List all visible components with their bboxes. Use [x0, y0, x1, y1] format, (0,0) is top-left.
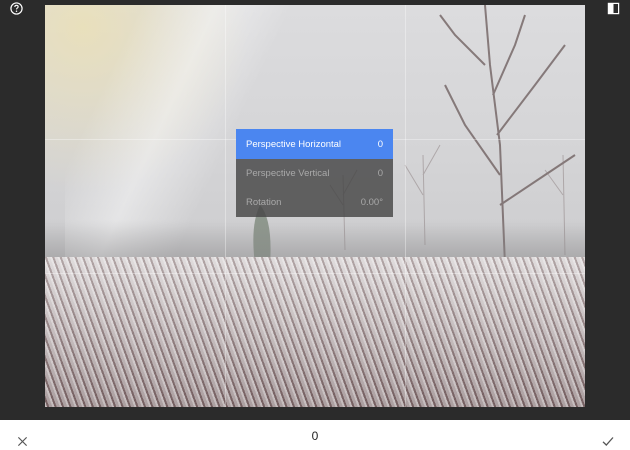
grid-line [45, 273, 585, 274]
grid-line [405, 5, 406, 407]
bottom-bar: 0 [0, 420, 630, 450]
menu-item-label: Rotation [246, 197, 282, 208]
menu-item-value: 0 [377, 138, 383, 150]
grid-line [225, 5, 226, 407]
menu-item-perspective-horizontal[interactable]: Perspective Horizontal 0 [236, 129, 393, 159]
compare-button[interactable] [604, 0, 622, 16]
transform-menu: Perspective Horizontal 0 Perspective Ver… [236, 129, 393, 217]
checkmark-icon [602, 436, 614, 446]
menu-item-value: 0.00° [360, 197, 383, 208]
compare-split-icon [607, 2, 619, 14]
menu-item-rotation[interactable]: Rotation 0.00° [236, 188, 393, 217]
snowy-shrubs [45, 257, 585, 407]
menu-item-label: Perspective Horizontal [246, 138, 342, 150]
help-circle-icon [9, 1, 23, 15]
help-button[interactable] [6, 0, 26, 16]
menu-item-value: 0 [377, 168, 383, 179]
current-value: 0 [311, 429, 319, 443]
menu-item-label: Perspective Vertical [246, 168, 330, 179]
menu-item-perspective-vertical[interactable]: Perspective Vertical 0 [236, 159, 393, 188]
apply-button[interactable] [600, 433, 616, 449]
